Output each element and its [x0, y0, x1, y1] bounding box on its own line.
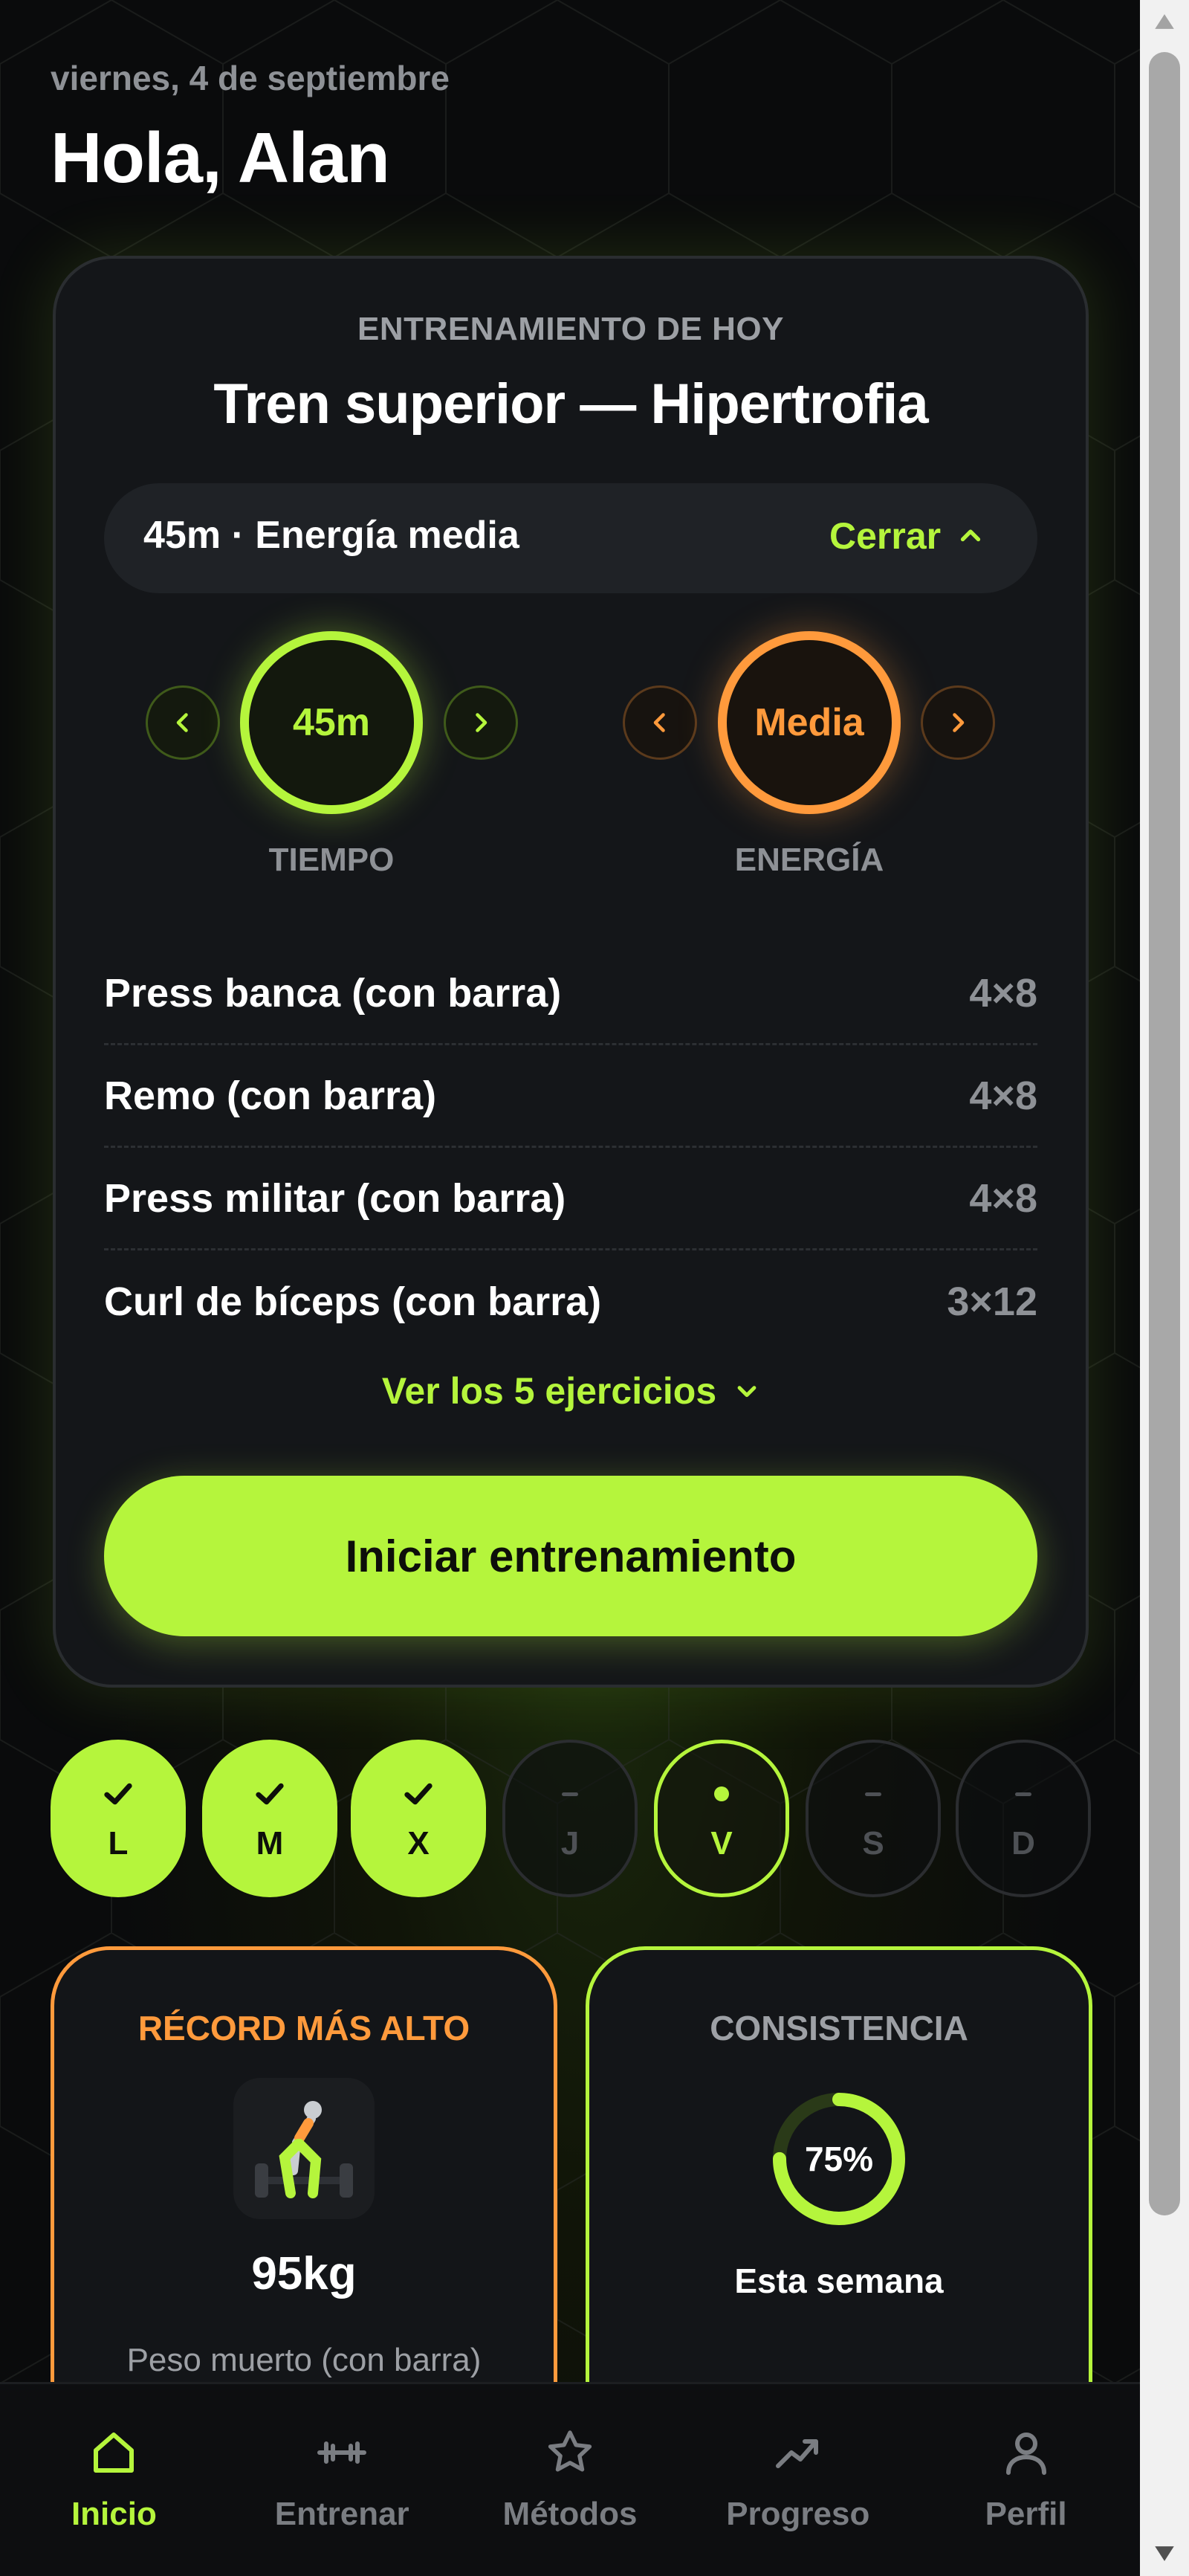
user-icon: [1005, 2433, 1046, 2475]
consistency-caption: Esta semana: [734, 2262, 944, 2300]
day-pill-j[interactable]: J: [502, 1740, 638, 1897]
time-label: TIEMPO: [268, 842, 395, 878]
dash-icon: [562, 1775, 578, 1813]
exercise-row[interactable]: Press militar (con barra) 4×8: [104, 1148, 1037, 1250]
dash-icon: [1015, 1775, 1031, 1813]
exercise-list: Press banca (con barra) 4×8 Remo (con ba…: [104, 943, 1037, 1353]
exercise-row[interactable]: Curl de bíceps (con barra) 3×12: [104, 1250, 1037, 1353]
workout-title: Tren superior — Hipertrofia: [213, 372, 928, 436]
day-label: L: [108, 1825, 129, 1862]
time-decrease-button[interactable]: [146, 685, 220, 760]
nav-label: Progreso: [726, 2496, 870, 2532]
consistency-ring: 75%: [768, 2088, 910, 2230]
exercise-sets: 4×8: [969, 1073, 1037, 1118]
close-label: Cerrar: [829, 515, 942, 557]
close-options-button[interactable]: Cerrar: [829, 514, 984, 558]
home-icon: [94, 2433, 135, 2473]
exercise-name: Press banca (con barra): [104, 970, 562, 1016]
trending-up-icon: [775, 2439, 818, 2468]
scroll-up-arrow-icon[interactable]: [1152, 10, 1177, 33]
exercise-name: Curl de bíceps (con barra): [104, 1279, 602, 1324]
nav-item-perfil[interactable]: Perfil: [912, 2384, 1140, 2576]
nav-label: Métodos: [502, 2496, 638, 2532]
day-label: V: [710, 1825, 733, 1862]
consistency-percent: 75%: [804, 2140, 874, 2178]
consistency-title: CONSISTENCIA: [710, 2009, 968, 2047]
chevron-down-icon: [737, 1386, 757, 1398]
greeting-title: Hola, Alan: [51, 118, 390, 198]
scrollbar-thumb[interactable]: [1149, 52, 1180, 2215]
check-icon: [250, 1775, 289, 1813]
energy-value-circle[interactable]: Media: [718, 631, 901, 814]
energy-increase-button[interactable]: [921, 685, 995, 760]
dash-icon: [865, 1775, 881, 1813]
time-increase-button[interactable]: [444, 685, 518, 760]
show-all-label: Ver los 5 ejercicios: [381, 1370, 717, 1412]
exercise-name: Press militar (con barra): [104, 1175, 566, 1221]
day-label: D: [1011, 1825, 1035, 1862]
workout-summary: 45m · Energía media: [143, 514, 519, 557]
day-pill-l[interactable]: L: [51, 1740, 186, 1897]
check-icon: [99, 1775, 137, 1813]
nav-item-progreso[interactable]: Progreso: [684, 2384, 912, 2576]
nav-item-entrenar[interactable]: Entrenar: [228, 2384, 456, 2576]
energy-decrease-button[interactable]: [623, 685, 697, 760]
energy-label: ENERGÍA: [734, 842, 884, 878]
day-label: J: [560, 1825, 580, 1862]
exercise-sets: 3×12: [947, 1279, 1037, 1324]
day-pill-d[interactable]: D: [956, 1740, 1091, 1897]
day-label: S: [862, 1825, 884, 1862]
today-dot-icon: [714, 1775, 729, 1813]
current-date: viernes, 4 de septiembre: [51, 59, 450, 97]
chevron-up-icon: [960, 529, 981, 542]
chevron-right-icon: [476, 713, 487, 732]
deadlift-figure-icon: [233, 2078, 375, 2219]
show-all-exercises-link[interactable]: Ver los 5 ejercicios: [0, 1369, 1141, 1413]
nav-label: Perfil: [985, 2496, 1067, 2532]
day-pill-s[interactable]: S: [806, 1740, 941, 1897]
record-value: 95kg: [251, 2248, 357, 2299]
day-label: X: [407, 1825, 430, 1862]
dumbbell-icon: [317, 2441, 367, 2464]
exercise-sets: 4×8: [969, 1175, 1037, 1221]
start-workout-button[interactable]: Iniciar entrenamiento: [104, 1476, 1037, 1636]
workout-eyebrow: ENTRENAMIENTO DE HOY: [357, 311, 784, 347]
exercise-row[interactable]: Press banca (con barra) 4×8: [104, 943, 1037, 1045]
day-pill-x[interactable]: X: [351, 1740, 486, 1897]
bottom-navigation: Inicio Entrenar Métodos Progreso Perfil: [0, 2382, 1140, 2576]
chevron-right-icon: [953, 713, 965, 732]
day-label: M: [256, 1825, 284, 1862]
chevron-left-icon: [176, 713, 188, 732]
nav-item-inicio[interactable]: Inicio: [0, 2384, 228, 2576]
nav-item-metodos[interactable]: Métodos: [456, 2384, 684, 2576]
nav-label: Entrenar: [274, 2496, 409, 2532]
record-title: RÉCORD MÁS ALTO: [137, 2009, 470, 2047]
chevron-left-icon: [653, 713, 665, 732]
scroll-down-arrow-icon[interactable]: [1152, 2543, 1177, 2565]
record-exercise: Peso muerto (con barra): [126, 2342, 482, 2378]
nav-label: Inicio: [71, 2496, 157, 2532]
app-screen: viernes, 4 de septiembre Hola, Alan ENTR…: [0, 0, 1189, 2576]
day-pill-m[interactable]: M: [202, 1740, 337, 1897]
exercise-row[interactable]: Remo (con barra) 4×8: [104, 1045, 1037, 1148]
check-icon: [399, 1775, 438, 1813]
time-value-circle[interactable]: 45m: [240, 631, 423, 814]
exercise-name: Remo (con barra): [104, 1073, 437, 1118]
day-pill-v[interactable]: V: [654, 1740, 789, 1897]
star-icon: [548, 2430, 592, 2472]
exercise-sets: 4×8: [969, 970, 1037, 1016]
